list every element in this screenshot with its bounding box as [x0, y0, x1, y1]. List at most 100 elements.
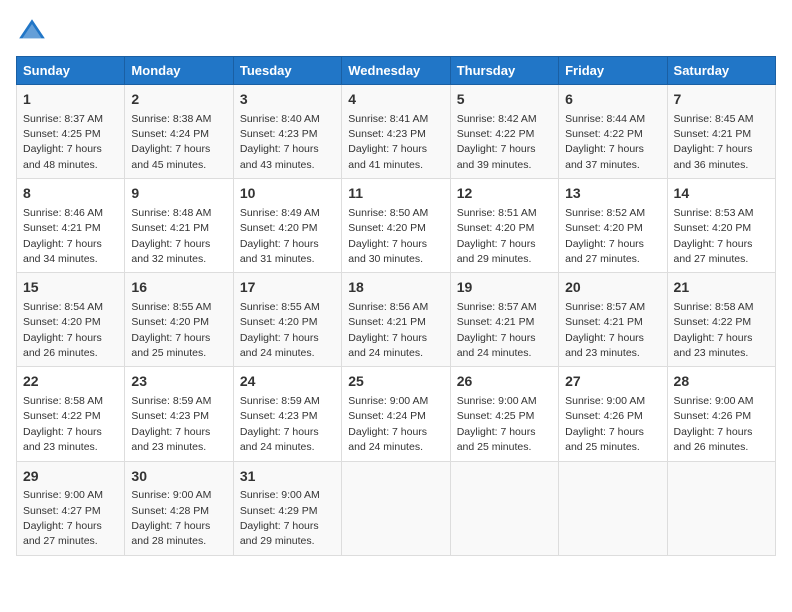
day-number: 2 — [131, 90, 226, 110]
day-number: 13 — [565, 184, 660, 204]
calendar-cell — [450, 461, 558, 555]
day-info: Sunrise: 8:48 AMSunset: 4:21 PMDaylight:… — [131, 207, 211, 265]
calendar-cell: 24 Sunrise: 8:59 AMSunset: 4:23 PMDaylig… — [233, 367, 341, 461]
calendar-cell: 9 Sunrise: 8:48 AMSunset: 4:21 PMDayligh… — [125, 179, 233, 273]
calendar-cell: 27 Sunrise: 9:00 AMSunset: 4:26 PMDaylig… — [559, 367, 667, 461]
day-info: Sunrise: 9:00 AMSunset: 4:26 PMDaylight:… — [565, 395, 645, 453]
day-info: Sunrise: 8:51 AMSunset: 4:20 PMDaylight:… — [457, 207, 537, 265]
calendar-cell: 21 Sunrise: 8:58 AMSunset: 4:22 PMDaylig… — [667, 273, 775, 367]
day-info: Sunrise: 9:00 AMSunset: 4:29 PMDaylight:… — [240, 489, 320, 547]
day-number: 11 — [348, 184, 443, 204]
day-info: Sunrise: 8:59 AMSunset: 4:23 PMDaylight:… — [131, 395, 211, 453]
week-row-1: 1 Sunrise: 8:37 AMSunset: 4:25 PMDayligh… — [17, 85, 776, 179]
day-info: Sunrise: 8:58 AMSunset: 4:22 PMDaylight:… — [23, 395, 103, 453]
calendar-cell: 14 Sunrise: 8:53 AMSunset: 4:20 PMDaylig… — [667, 179, 775, 273]
day-header-thursday: Thursday — [450, 57, 558, 85]
day-number: 22 — [23, 372, 118, 392]
calendar-cell: 29 Sunrise: 9:00 AMSunset: 4:27 PMDaylig… — [17, 461, 125, 555]
calendar-cell: 10 Sunrise: 8:49 AMSunset: 4:20 PMDaylig… — [233, 179, 341, 273]
calendar-cell: 7 Sunrise: 8:45 AMSunset: 4:21 PMDayligh… — [667, 85, 775, 179]
day-info: Sunrise: 8:38 AMSunset: 4:24 PMDaylight:… — [131, 113, 211, 171]
day-number: 7 — [674, 90, 769, 110]
day-header-wednesday: Wednesday — [342, 57, 450, 85]
calendar-cell: 20 Sunrise: 8:57 AMSunset: 4:21 PMDaylig… — [559, 273, 667, 367]
day-info: Sunrise: 8:49 AMSunset: 4:20 PMDaylight:… — [240, 207, 320, 265]
calendar-cell — [559, 461, 667, 555]
calendar-cell: 26 Sunrise: 9:00 AMSunset: 4:25 PMDaylig… — [450, 367, 558, 461]
day-header-sunday: Sunday — [17, 57, 125, 85]
day-number: 15 — [23, 278, 118, 298]
week-row-5: 29 Sunrise: 9:00 AMSunset: 4:27 PMDaylig… — [17, 461, 776, 555]
calendar-cell: 5 Sunrise: 8:42 AMSunset: 4:22 PMDayligh… — [450, 85, 558, 179]
week-row-2: 8 Sunrise: 8:46 AMSunset: 4:21 PMDayligh… — [17, 179, 776, 273]
day-number: 12 — [457, 184, 552, 204]
day-number: 14 — [674, 184, 769, 204]
day-info: Sunrise: 8:46 AMSunset: 4:21 PMDaylight:… — [23, 207, 103, 265]
calendar-cell: 16 Sunrise: 8:55 AMSunset: 4:20 PMDaylig… — [125, 273, 233, 367]
calendar-cell: 22 Sunrise: 8:58 AMSunset: 4:22 PMDaylig… — [17, 367, 125, 461]
calendar-cell: 12 Sunrise: 8:51 AMSunset: 4:20 PMDaylig… — [450, 179, 558, 273]
day-info: Sunrise: 9:00 AMSunset: 4:27 PMDaylight:… — [23, 489, 103, 547]
day-info: Sunrise: 8:41 AMSunset: 4:23 PMDaylight:… — [348, 113, 428, 171]
calendar-cell — [667, 461, 775, 555]
day-number: 10 — [240, 184, 335, 204]
calendar-cell: 8 Sunrise: 8:46 AMSunset: 4:21 PMDayligh… — [17, 179, 125, 273]
day-info: Sunrise: 9:00 AMSunset: 4:26 PMDaylight:… — [674, 395, 754, 453]
day-info: Sunrise: 8:58 AMSunset: 4:22 PMDaylight:… — [674, 301, 754, 359]
day-number: 19 — [457, 278, 552, 298]
day-header-saturday: Saturday — [667, 57, 775, 85]
day-number: 26 — [457, 372, 552, 392]
day-info: Sunrise: 8:54 AMSunset: 4:20 PMDaylight:… — [23, 301, 103, 359]
day-number: 28 — [674, 372, 769, 392]
calendar-cell: 1 Sunrise: 8:37 AMSunset: 4:25 PMDayligh… — [17, 85, 125, 179]
day-info: Sunrise: 8:59 AMSunset: 4:23 PMDaylight:… — [240, 395, 320, 453]
day-number: 5 — [457, 90, 552, 110]
day-number: 30 — [131, 467, 226, 487]
day-info: Sunrise: 8:52 AMSunset: 4:20 PMDaylight:… — [565, 207, 645, 265]
day-info: Sunrise: 8:37 AMSunset: 4:25 PMDaylight:… — [23, 113, 103, 171]
day-info: Sunrise: 8:44 AMSunset: 4:22 PMDaylight:… — [565, 113, 645, 171]
day-number: 27 — [565, 372, 660, 392]
calendar-cell — [342, 461, 450, 555]
week-row-3: 15 Sunrise: 8:54 AMSunset: 4:20 PMDaylig… — [17, 273, 776, 367]
day-number: 18 — [348, 278, 443, 298]
calendar-cell: 2 Sunrise: 8:38 AMSunset: 4:24 PMDayligh… — [125, 85, 233, 179]
day-info: Sunrise: 8:56 AMSunset: 4:21 PMDaylight:… — [348, 301, 428, 359]
calendar-cell: 6 Sunrise: 8:44 AMSunset: 4:22 PMDayligh… — [559, 85, 667, 179]
week-row-4: 22 Sunrise: 8:58 AMSunset: 4:22 PMDaylig… — [17, 367, 776, 461]
day-number: 23 — [131, 372, 226, 392]
calendar-body: 1 Sunrise: 8:37 AMSunset: 4:25 PMDayligh… — [17, 85, 776, 556]
calendar-cell: 4 Sunrise: 8:41 AMSunset: 4:23 PMDayligh… — [342, 85, 450, 179]
calendar-cell: 13 Sunrise: 8:52 AMSunset: 4:20 PMDaylig… — [559, 179, 667, 273]
header — [16, 16, 776, 48]
calendar-cell: 11 Sunrise: 8:50 AMSunset: 4:20 PMDaylig… — [342, 179, 450, 273]
calendar-cell: 15 Sunrise: 8:54 AMSunset: 4:20 PMDaylig… — [17, 273, 125, 367]
calendar-cell: 3 Sunrise: 8:40 AMSunset: 4:23 PMDayligh… — [233, 85, 341, 179]
day-number: 4 — [348, 90, 443, 110]
day-info: Sunrise: 8:45 AMSunset: 4:21 PMDaylight:… — [674, 113, 754, 171]
day-info: Sunrise: 8:55 AMSunset: 4:20 PMDaylight:… — [240, 301, 320, 359]
day-info: Sunrise: 8:57 AMSunset: 4:21 PMDaylight:… — [457, 301, 537, 359]
day-header-monday: Monday — [125, 57, 233, 85]
logo — [16, 16, 52, 48]
calendar-cell: 25 Sunrise: 9:00 AMSunset: 4:24 PMDaylig… — [342, 367, 450, 461]
day-info: Sunrise: 9:00 AMSunset: 4:28 PMDaylight:… — [131, 489, 211, 547]
day-number: 20 — [565, 278, 660, 298]
calendar-header-row: SundayMondayTuesdayWednesdayThursdayFrid… — [17, 57, 776, 85]
day-info: Sunrise: 8:40 AMSunset: 4:23 PMDaylight:… — [240, 113, 320, 171]
calendar-cell: 19 Sunrise: 8:57 AMSunset: 4:21 PMDaylig… — [450, 273, 558, 367]
day-info: Sunrise: 8:55 AMSunset: 4:20 PMDaylight:… — [131, 301, 211, 359]
day-number: 21 — [674, 278, 769, 298]
day-header-tuesday: Tuesday — [233, 57, 341, 85]
day-number: 31 — [240, 467, 335, 487]
day-number: 25 — [348, 372, 443, 392]
calendar-cell: 28 Sunrise: 9:00 AMSunset: 4:26 PMDaylig… — [667, 367, 775, 461]
day-number: 9 — [131, 184, 226, 204]
day-number: 17 — [240, 278, 335, 298]
day-number: 24 — [240, 372, 335, 392]
day-header-friday: Friday — [559, 57, 667, 85]
calendar-cell: 18 Sunrise: 8:56 AMSunset: 4:21 PMDaylig… — [342, 273, 450, 367]
day-info: Sunrise: 8:57 AMSunset: 4:21 PMDaylight:… — [565, 301, 645, 359]
calendar-cell: 23 Sunrise: 8:59 AMSunset: 4:23 PMDaylig… — [125, 367, 233, 461]
calendar-table: SundayMondayTuesdayWednesdayThursdayFrid… — [16, 56, 776, 556]
